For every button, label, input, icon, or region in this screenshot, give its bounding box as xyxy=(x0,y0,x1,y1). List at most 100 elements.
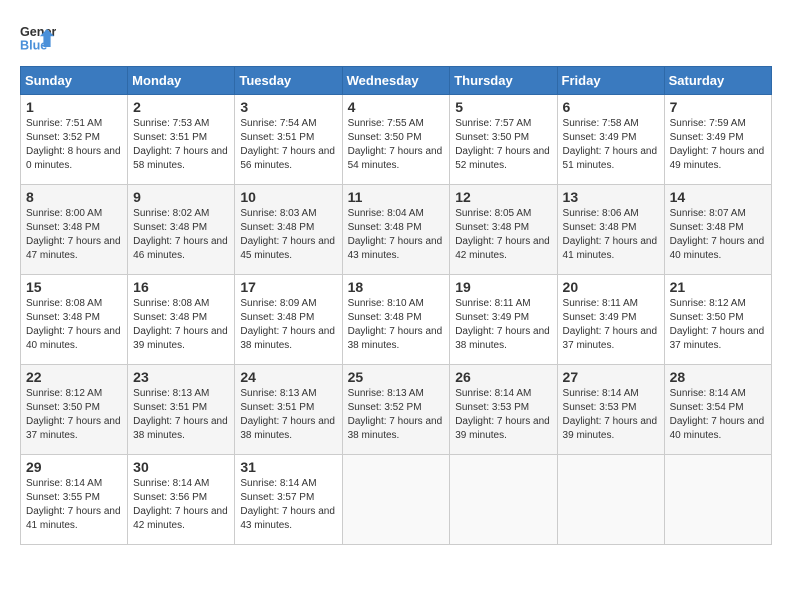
day-info: Sunrise: 8:11 AM Sunset: 3:49 PM Dayligh… xyxy=(455,297,551,353)
day-number: 27 xyxy=(563,369,659,385)
day-info: Sunrise: 8:03 AM Sunset: 3:48 PM Dayligh… xyxy=(240,207,336,263)
calendar-cell: 8 Sunrise: 8:00 AM Sunset: 3:48 PM Dayli… xyxy=(21,185,128,275)
daylight-label: Daylight: 7 hours and 43 minutes. xyxy=(348,236,443,261)
calendar-cell: 16 Sunrise: 8:08 AM Sunset: 3:48 PM Dayl… xyxy=(128,275,235,365)
calendar-cell: 21 Sunrise: 8:12 AM Sunset: 3:50 PM Dayl… xyxy=(664,275,771,365)
day-number: 5 xyxy=(455,99,551,115)
daylight-label: Daylight: 7 hours and 38 minutes. xyxy=(240,326,335,351)
sunrise-label: Sunrise: 8:10 AM xyxy=(348,298,424,309)
sunset-label: Sunset: 3:48 PM xyxy=(133,312,207,323)
sunrise-label: Sunrise: 8:12 AM xyxy=(670,298,746,309)
sunset-label: Sunset: 3:51 PM xyxy=(240,132,314,143)
sunrise-label: Sunrise: 7:53 AM xyxy=(133,118,209,129)
day-info: Sunrise: 8:14 AM Sunset: 3:54 PM Dayligh… xyxy=(670,387,766,443)
sunset-label: Sunset: 3:48 PM xyxy=(670,222,744,233)
sunset-label: Sunset: 3:49 PM xyxy=(670,132,744,143)
calendar-cell: 24 Sunrise: 8:13 AM Sunset: 3:51 PM Dayl… xyxy=(235,365,342,455)
sunrise-label: Sunrise: 7:57 AM xyxy=(455,118,531,129)
sunrise-label: Sunrise: 7:59 AM xyxy=(670,118,746,129)
day-number: 16 xyxy=(133,279,229,295)
calendar-cell: 5 Sunrise: 7:57 AM Sunset: 3:50 PM Dayli… xyxy=(450,95,557,185)
daylight-label: Daylight: 7 hours and 56 minutes. xyxy=(240,146,335,171)
calendar-cell: 19 Sunrise: 8:11 AM Sunset: 3:49 PM Dayl… xyxy=(450,275,557,365)
daylight-label: Daylight: 7 hours and 39 minutes. xyxy=(563,416,658,441)
daylight-label: Daylight: 7 hours and 46 minutes. xyxy=(133,236,228,261)
sunrise-label: Sunrise: 8:12 AM xyxy=(26,388,102,399)
day-number: 20 xyxy=(563,279,659,295)
sunset-label: Sunset: 3:49 PM xyxy=(455,312,529,323)
daylight-label: Daylight: 7 hours and 39 minutes. xyxy=(133,326,228,351)
sunrise-label: Sunrise: 8:11 AM xyxy=(455,298,530,309)
day-number: 10 xyxy=(240,189,336,205)
page-header: General Blue xyxy=(20,20,772,56)
sunrise-label: Sunrise: 8:14 AM xyxy=(26,478,102,489)
calendar-cell: 29 Sunrise: 8:14 AM Sunset: 3:55 PM Dayl… xyxy=(21,455,128,545)
calendar-day-header: Sunday xyxy=(21,67,128,95)
sunrise-label: Sunrise: 8:02 AM xyxy=(133,208,209,219)
sunset-label: Sunset: 3:48 PM xyxy=(455,222,529,233)
sunset-label: Sunset: 3:55 PM xyxy=(26,492,100,503)
sunrise-label: Sunrise: 8:08 AM xyxy=(26,298,102,309)
sunrise-label: Sunrise: 8:13 AM xyxy=(133,388,209,399)
daylight-label: Daylight: 7 hours and 38 minutes. xyxy=(348,326,443,351)
sunset-label: Sunset: 3:48 PM xyxy=(563,222,637,233)
day-number: 4 xyxy=(348,99,445,115)
day-info: Sunrise: 8:12 AM Sunset: 3:50 PM Dayligh… xyxy=(670,297,766,353)
calendar-cell: 30 Sunrise: 8:14 AM Sunset: 3:56 PM Dayl… xyxy=(128,455,235,545)
sunset-label: Sunset: 3:53 PM xyxy=(455,402,529,413)
day-info: Sunrise: 8:14 AM Sunset: 3:55 PM Dayligh… xyxy=(26,477,122,533)
daylight-label: Daylight: 7 hours and 38 minutes. xyxy=(240,416,335,441)
sunrise-label: Sunrise: 8:00 AM xyxy=(26,208,102,219)
daylight-label: Daylight: 7 hours and 40 minutes. xyxy=(670,236,765,261)
daylight-label: Daylight: 7 hours and 38 minutes. xyxy=(133,416,228,441)
sunset-label: Sunset: 3:48 PM xyxy=(240,312,314,323)
calendar-cell: 12 Sunrise: 8:05 AM Sunset: 3:48 PM Dayl… xyxy=(450,185,557,275)
daylight-label: Daylight: 7 hours and 40 minutes. xyxy=(670,416,765,441)
calendar-cell: 31 Sunrise: 8:14 AM Sunset: 3:57 PM Dayl… xyxy=(235,455,342,545)
day-number: 29 xyxy=(26,459,122,475)
calendar-cell xyxy=(342,455,450,545)
day-number: 8 xyxy=(26,189,122,205)
svg-text:Blue: Blue xyxy=(20,39,47,53)
day-number: 31 xyxy=(240,459,336,475)
sunrise-label: Sunrise: 8:14 AM xyxy=(670,388,746,399)
calendar-cell: 18 Sunrise: 8:10 AM Sunset: 3:48 PM Dayl… xyxy=(342,275,450,365)
daylight-label: Daylight: 7 hours and 41 minutes. xyxy=(26,506,121,531)
calendar-cell: 20 Sunrise: 8:11 AM Sunset: 3:49 PM Dayl… xyxy=(557,275,664,365)
day-number: 11 xyxy=(348,189,445,205)
daylight-label: Daylight: 7 hours and 51 minutes. xyxy=(563,146,658,171)
calendar-cell: 1 Sunrise: 7:51 AM Sunset: 3:52 PM Dayli… xyxy=(21,95,128,185)
calendar-cell: 4 Sunrise: 7:55 AM Sunset: 3:50 PM Dayli… xyxy=(342,95,450,185)
day-info: Sunrise: 8:14 AM Sunset: 3:56 PM Dayligh… xyxy=(133,477,229,533)
sunset-label: Sunset: 3:57 PM xyxy=(240,492,314,503)
sunset-label: Sunset: 3:49 PM xyxy=(563,312,637,323)
logo: General Blue xyxy=(20,20,58,56)
day-number: 26 xyxy=(455,369,551,385)
calendar-cell: 2 Sunrise: 7:53 AM Sunset: 3:51 PM Dayli… xyxy=(128,95,235,185)
daylight-label: Daylight: 7 hours and 38 minutes. xyxy=(348,416,443,441)
day-number: 22 xyxy=(26,369,122,385)
calendar-day-header: Monday xyxy=(128,67,235,95)
calendar-cell: 13 Sunrise: 8:06 AM Sunset: 3:48 PM Dayl… xyxy=(557,185,664,275)
calendar-cell xyxy=(450,455,557,545)
daylight-label: Daylight: 7 hours and 37 minutes. xyxy=(563,326,658,351)
day-info: Sunrise: 8:08 AM Sunset: 3:48 PM Dayligh… xyxy=(26,297,122,353)
daylight-label: Daylight: 8 hours and 0 minutes. xyxy=(26,146,121,171)
sunrise-label: Sunrise: 8:14 AM xyxy=(563,388,639,399)
sunset-label: Sunset: 3:53 PM xyxy=(563,402,637,413)
calendar-cell: 25 Sunrise: 8:13 AM Sunset: 3:52 PM Dayl… xyxy=(342,365,450,455)
daylight-label: Daylight: 7 hours and 58 minutes. xyxy=(133,146,228,171)
day-info: Sunrise: 7:54 AM Sunset: 3:51 PM Dayligh… xyxy=(240,117,336,173)
calendar-body: 1 Sunrise: 7:51 AM Sunset: 3:52 PM Dayli… xyxy=(21,95,772,545)
sunset-label: Sunset: 3:52 PM xyxy=(348,402,422,413)
daylight-label: Daylight: 7 hours and 52 minutes. xyxy=(455,146,550,171)
day-info: Sunrise: 8:11 AM Sunset: 3:49 PM Dayligh… xyxy=(563,297,659,353)
sunrise-label: Sunrise: 8:14 AM xyxy=(133,478,209,489)
daylight-label: Daylight: 7 hours and 37 minutes. xyxy=(670,326,765,351)
sunset-label: Sunset: 3:50 PM xyxy=(348,132,422,143)
sunset-label: Sunset: 3:48 PM xyxy=(240,222,314,233)
day-info: Sunrise: 8:07 AM Sunset: 3:48 PM Dayligh… xyxy=(670,207,766,263)
day-info: Sunrise: 8:08 AM Sunset: 3:48 PM Dayligh… xyxy=(133,297,229,353)
day-number: 3 xyxy=(240,99,336,115)
calendar-cell: 22 Sunrise: 8:12 AM Sunset: 3:50 PM Dayl… xyxy=(21,365,128,455)
